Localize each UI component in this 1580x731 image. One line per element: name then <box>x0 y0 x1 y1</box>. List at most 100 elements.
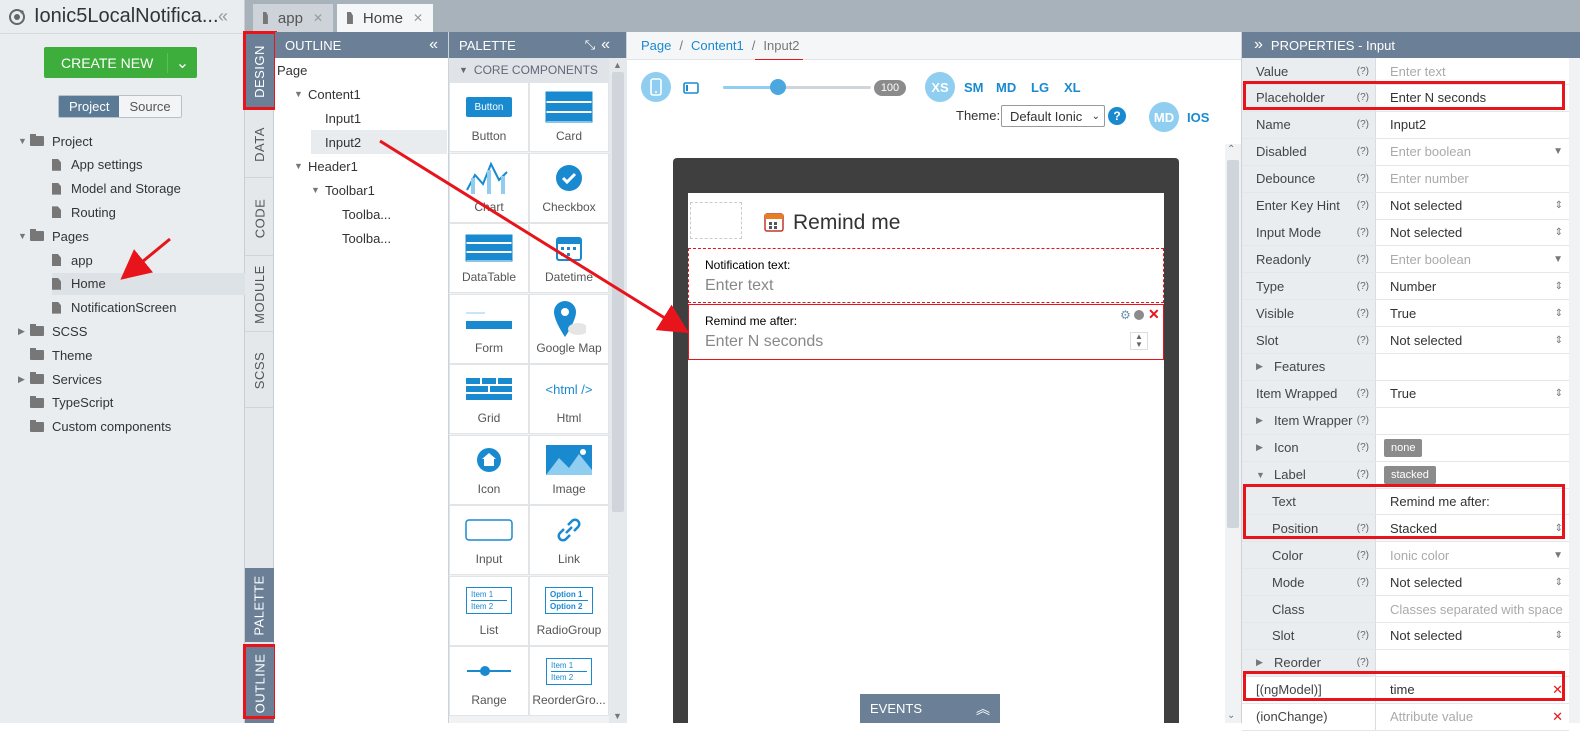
tab-code[interactable]: CODE <box>245 182 274 256</box>
input2-field[interactable]: Enter N seconds <box>705 333 823 351</box>
tree-item[interactable]: Model and Storage <box>52 178 181 200</box>
disable-icon[interactable] <box>1134 310 1144 320</box>
scroll-down-icon[interactable]: ⌄ <box>1227 710 1235 721</box>
property-value-field[interactable]: Not selected ⇕ <box>1376 569 1569 595</box>
palette-item-grid[interactable]: Grid <box>449 364 529 434</box>
dropdown-arrow-icon[interactable]: ⇕ <box>1555 281 1563 292</box>
palette-item-radiogroup[interactable]: Option 1 Option 2 RadioGroup <box>529 575 609 646</box>
help-icon[interactable]: (?) <box>1357 523 1369 534</box>
expand-right-icon[interactable]: ▶ <box>18 326 30 337</box>
input2-item[interactable]: Remind me after: Enter N seconds ⚙ ✕ ▲ ▼ <box>688 304 1164 360</box>
collapse-palette-icon[interactable]: « <box>601 36 616 53</box>
dropdown-arrow-icon[interactable]: ⇕ <box>1555 227 1563 238</box>
tree-item[interactable]: Home <box>52 272 245 295</box>
project-tab-button[interactable]: Project <box>59 96 120 117</box>
property-value-field[interactable] <box>1376 354 1569 380</box>
property-value-field[interactable] <box>1376 408 1569 434</box>
outline-item[interactable]: Input1 <box>311 106 361 130</box>
tree-item[interactable]: App settings <box>52 154 143 176</box>
tab-app[interactable]: app ✕ <box>253 4 333 32</box>
outline-item[interactable]: Page <box>277 58 307 82</box>
close-icon[interactable]: ✕ <box>1148 306 1160 323</box>
help-icon[interactable]: (?) <box>1357 415 1369 426</box>
outline-item[interactable]: ▼ Header1 <box>294 154 358 178</box>
help-icon[interactable]: (?) <box>1357 66 1369 77</box>
tree-item[interactable]: NotificationScreen <box>52 297 177 319</box>
palette-item-form[interactable]: Form <box>449 293 529 364</box>
palette-item-checkbox[interactable]: Checkbox <box>529 152 609 223</box>
help-icon[interactable]: (?) <box>1357 335 1369 346</box>
help-icon[interactable]: (?) <box>1357 281 1369 292</box>
property-value-field[interactable]: Attribute value ✕ <box>1376 704 1569 730</box>
dropdown-arrow-icon[interactable]: ⇕ <box>1555 335 1563 346</box>
property-value-field[interactable]: Enter N seconds <box>1376 85 1569 111</box>
palette-item-datatable[interactable]: DataTable <box>449 223 529 293</box>
property-value-field[interactable]: stacked <box>1376 462 1569 488</box>
dropdown-arrow-icon[interactable]: ⇕ <box>1555 308 1563 319</box>
tree-item[interactable]: ▼ Pages <box>18 225 89 247</box>
tab-palette[interactable]: PALETTE <box>245 568 274 642</box>
collapse-left-icon[interactable]: « <box>218 6 228 27</box>
help-icon[interactable]: (?) <box>1357 577 1369 588</box>
breadcrumb-content1[interactable]: Content1 <box>691 38 744 53</box>
help-icon[interactable]: ? <box>1108 107 1126 125</box>
dropdown-arrow-icon[interactable]: ▼ <box>1553 550 1563 561</box>
palette-item-input[interactable]: Input <box>449 505 529 575</box>
palette-item-icon[interactable]: Icon <box>449 434 529 505</box>
palette-item-range[interactable]: Range <box>449 646 529 716</box>
property-value-field[interactable]: Enter text <box>1376 58 1569 84</box>
events-panel-toggle[interactable]: EVENTS ︽ <box>860 694 1000 723</box>
expand-right-icon[interactable]: ▶ <box>1256 442 1274 453</box>
tree-item[interactable]: Theme <box>18 344 92 366</box>
expand-right-icon[interactable]: ▶ <box>1256 657 1274 668</box>
tab-design[interactable]: DESIGN <box>245 32 274 110</box>
input1-field[interactable]: Enter text <box>705 277 773 295</box>
tree-item[interactable]: Routing <box>52 201 116 223</box>
property-value-field[interactable]: Ionic color ▼ <box>1376 542 1569 568</box>
help-icon[interactable]: (?) <box>1357 657 1369 668</box>
expand-right-icon[interactable]: ▶ <box>1256 361 1274 372</box>
dropdown-arrow-icon[interactable]: ⇕ <box>1555 388 1563 399</box>
expand-right-icon[interactable]: ▶ <box>1256 415 1274 426</box>
property-badge[interactable]: stacked <box>1384 465 1436 484</box>
tab-data[interactable]: DATA <box>245 112 274 178</box>
property-value-field[interactable]: Not selected ⇕ <box>1376 219 1569 245</box>
property-value-field[interactable]: none <box>1376 435 1569 461</box>
property-value-field[interactable]: time ✕ <box>1376 677 1569 703</box>
palette-scroll-thumb[interactable] <box>612 72 624 512</box>
expand-right-icon[interactable]: ▶ <box>18 374 30 385</box>
help-icon[interactable]: (?) <box>1357 388 1369 399</box>
outline-item[interactable]: Input2 <box>311 130 447 154</box>
dropdown-arrow-icon[interactable]: ▼ <box>1553 146 1563 157</box>
help-icon[interactable]: (?) <box>1357 227 1369 238</box>
palette-item-chart[interactable]: Chart <box>449 152 529 223</box>
tab-home[interactable]: Home ✕ <box>337 4 433 32</box>
property-value-field[interactable]: Remind me after: <box>1376 488 1569 514</box>
palette-item-image[interactable]: Image <box>529 434 609 505</box>
close-icon[interactable]: ✕ <box>413 11 423 25</box>
palette-item-link[interactable]: Link <box>529 505 609 575</box>
property-name[interactable]: ▶ Item Wrapper (?) <box>1242 407 1376 434</box>
tab-outline[interactable]: OUTLINE <box>245 644 274 723</box>
help-icon[interactable]: (?) <box>1357 146 1369 157</box>
property-value-field[interactable]: True ⇕ <box>1376 381 1569 407</box>
palette-item-reordergro[interactable]: Item 1 Item 2 ReorderGro... <box>529 646 609 716</box>
palette-item-google-map[interactable]: Google Map <box>529 293 609 364</box>
property-name[interactable]: ▶ Features <box>1242 353 1376 380</box>
palette-item-datetime[interactable]: Datetime <box>529 223 609 293</box>
property-name[interactable]: ▶ Icon (?) <box>1242 434 1376 461</box>
help-icon[interactable]: (?) <box>1357 308 1369 319</box>
input1-item[interactable]: Notification text: Enter text <box>688 248 1164 303</box>
breadcrumb-page[interactable]: Page <box>641 38 671 53</box>
property-value-field[interactable]: Stacked ⇕ <box>1376 515 1569 541</box>
help-icon[interactable]: (?) <box>1357 442 1369 453</box>
help-icon[interactable]: (?) <box>1357 254 1369 265</box>
outline-item[interactable]: ▼ Content1 <box>294 82 361 106</box>
tree-item[interactable]: ▶ Services <box>18 368 102 390</box>
expand-icon[interactable]: ⤡ <box>585 37 601 52</box>
zoom-slider-handle[interactable] <box>770 79 786 95</box>
tree-item[interactable]: TypeScript <box>18 392 113 414</box>
close-icon[interactable]: ✕ <box>313 11 323 25</box>
gear-icon[interactable]: ⚙ <box>1120 308 1131 322</box>
help-icon[interactable]: (?) <box>1357 173 1369 184</box>
